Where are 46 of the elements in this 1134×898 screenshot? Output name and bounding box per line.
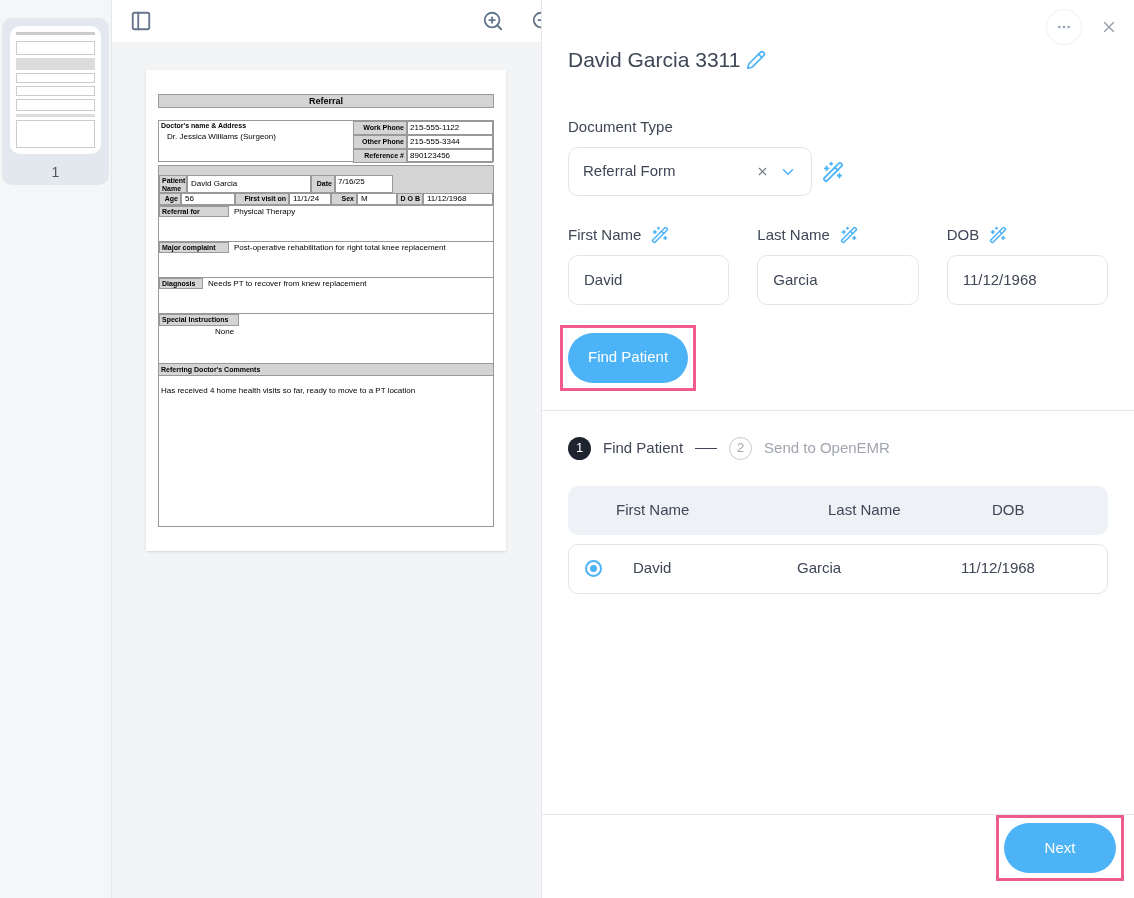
clear-icon[interactable] — [756, 165, 769, 178]
page-number: 1 — [51, 163, 60, 182]
table-cell-text: David — [633, 558, 673, 579]
form-value: None — [214, 325, 236, 337]
step-label: Send to OpenEMR — [764, 437, 890, 458]
sidebar-toggle-icon[interactable] — [130, 10, 152, 32]
form-value: Post-operative rehabilitation for right total knee replacement — [233, 242, 446, 253]
text-field[interactable]: 11/12/1968 — [946, 254, 1108, 305]
record-title: David Garcia 3311 — [568, 47, 741, 73]
form-title: Referral — [158, 94, 494, 108]
step-number: 1 — [568, 436, 591, 460]
form-value: 11/1/24 — [289, 193, 331, 205]
patient-row[interactable]: David Garcia 11/12/1968 — [568, 543, 1108, 594]
form-value: Dr. Jessica Williams (Surgeon) — [166, 131, 277, 143]
document-type-select[interactable]: Referral Form — [568, 147, 812, 196]
text-field[interactable]: David — [568, 254, 730, 305]
edit-icon[interactable] — [746, 49, 767, 70]
magic-wand-icon[interactable] — [839, 226, 858, 245]
column-header: First Name — [616, 499, 691, 520]
form-value: Has received 4 home health visits so far, ready to move to a PT location — [161, 386, 416, 395]
form-value: 7/16/25 — [335, 175, 393, 193]
form-value: 56 — [181, 193, 235, 205]
form-value: 890123456 — [407, 149, 493, 163]
field-label: Document Type — [568, 116, 673, 137]
form-value: 215-555-3344 — [407, 135, 493, 149]
text-field[interactable]: Garcia — [757, 254, 919, 305]
field-label: First Name — [568, 225, 642, 245]
form-value: Needs PT to recover from knew replacement — [207, 278, 367, 289]
table-cell-text: Garcia — [797, 558, 843, 579]
form-value: David Garcia — [187, 175, 311, 193]
magic-wand-icon[interactable] — [651, 226, 670, 245]
magic-wand-icon[interactable] — [989, 226, 1008, 245]
magic-wand-icon[interactable] — [822, 160, 844, 183]
form-value: Physical Therapy — [233, 206, 296, 217]
field-label: DOB — [946, 225, 980, 245]
table-cell-text: 11/12/1968 — [961, 558, 1036, 579]
form-value: 11/12/1968 — [423, 193, 493, 205]
field-label: Last Name — [757, 225, 830, 245]
page-thumbnail[interactable]: 1 — [2, 18, 109, 185]
radio-button[interactable] — [585, 560, 602, 577]
step-label: Find Patient — [603, 437, 684, 458]
form-value: M — [357, 193, 397, 205]
column-header: Last Name — [828, 499, 902, 520]
zoom-in-icon[interactable] — [482, 10, 504, 32]
column-header: DOB — [992, 499, 1026, 520]
form-value: 215-555-1122 — [407, 121, 493, 135]
